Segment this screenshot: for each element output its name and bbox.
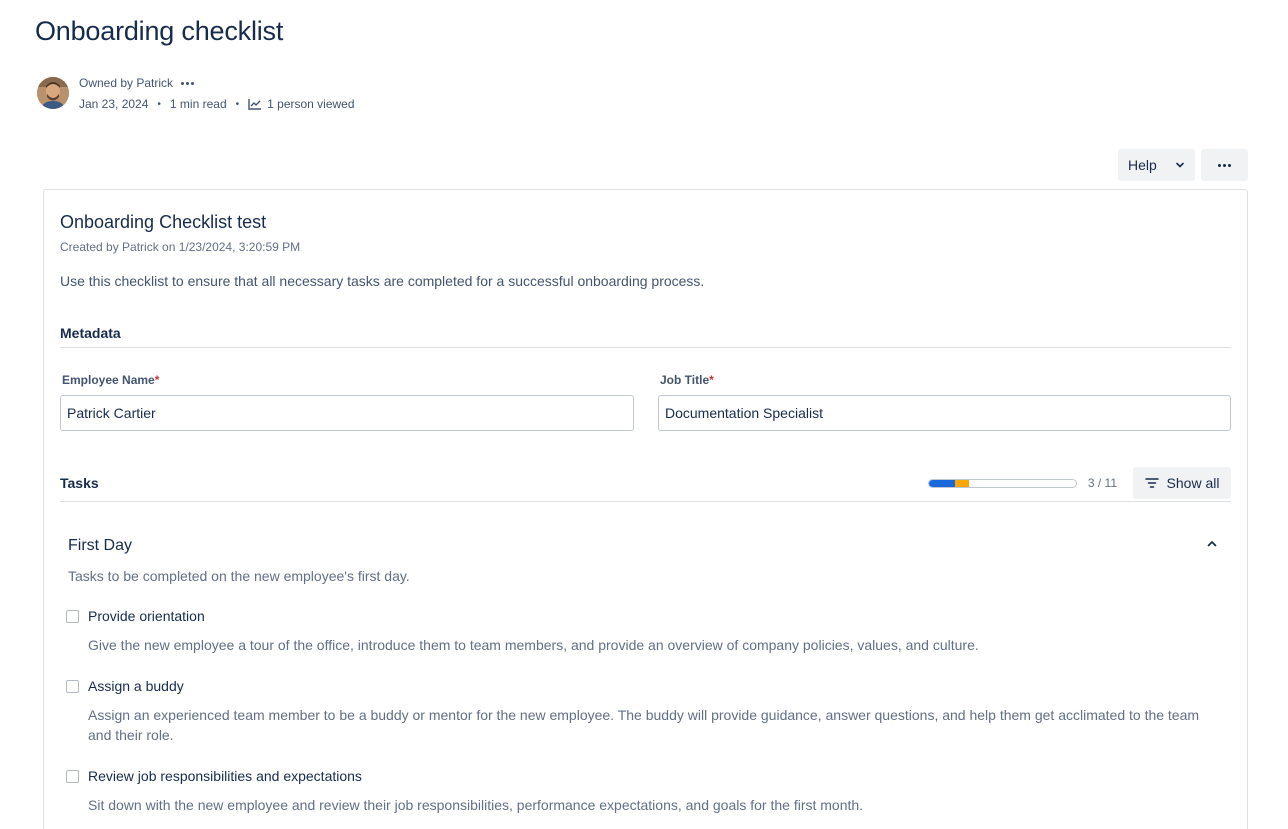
more-options-icon[interactable] xyxy=(181,81,195,85)
avatar[interactable] xyxy=(37,77,69,109)
task-description: Sit down with the new employee and revie… xyxy=(88,797,864,813)
task-group-title: First Day xyxy=(68,537,132,554)
employee-name-input[interactable]: Patrick Cartier xyxy=(60,395,634,431)
progress-count: 3 / 11 xyxy=(1087,476,1117,490)
checklist-card: Onboarding Checklist test Created by Pat… xyxy=(43,189,1248,829)
progress-partial-segment xyxy=(955,479,969,487)
task-row: Provide orientation xyxy=(66,608,1216,624)
views-count[interactable]: 1 person viewed xyxy=(267,97,354,111)
owner-row: Owned by Patrick xyxy=(79,74,355,92)
progress-done-segment xyxy=(928,479,956,487)
tasks-progress-bar xyxy=(927,478,1077,488)
separator-dot: • xyxy=(235,98,240,110)
help-label: Help xyxy=(1128,157,1157,173)
tasks-heading: Tasks xyxy=(60,475,99,491)
job-title-field: Job Title* Documentation Specialist xyxy=(658,373,1231,431)
chevron-up-icon xyxy=(1207,541,1217,547)
confluence-page: Onboarding checklist Owned by Patrick Ja… xyxy=(0,0,1288,829)
avatar-image xyxy=(37,77,69,109)
show-all-label: Show all xyxy=(1166,475,1220,491)
task-item: Provide orientation Give the new employe… xyxy=(66,608,1216,655)
byline: Owned by Patrick Jan 23, 2024 • 1 min re… xyxy=(37,74,355,114)
chevron-down-icon xyxy=(1176,162,1184,168)
analytics-chart-icon xyxy=(248,99,262,110)
read-time: 1 min read xyxy=(169,97,227,111)
collapse-group-button[interactable] xyxy=(1202,534,1222,554)
task-item: Review job responsibilities and expectat… xyxy=(66,768,1216,815)
show-all-filter-button[interactable]: Show all xyxy=(1133,467,1231,499)
employee-name-label: Employee Name* xyxy=(62,373,160,387)
more-icon-dot xyxy=(1228,163,1231,167)
meta-row: Jan 23, 2024 • 1 min read • 1 person vie… xyxy=(79,94,355,114)
job-title-label: Job Title* xyxy=(660,373,714,387)
more-icon-dot xyxy=(1218,163,1221,167)
tasks-header: Tasks 3 / 11 Show all xyxy=(60,465,1231,502)
more-actions-button[interactable] xyxy=(1201,149,1248,181)
task-group-description: Tasks to be completed on the new employe… xyxy=(68,568,410,584)
task-item: Assign a buddy Assign an experienced tea… xyxy=(66,678,1216,745)
page-title: Onboarding checklist xyxy=(35,16,284,46)
task-row: Review job responsibilities and expectat… xyxy=(66,768,1216,784)
task-name: Assign a buddy xyxy=(88,678,184,694)
filter-icon xyxy=(1144,478,1159,488)
job-title-input[interactable]: Documentation Specialist xyxy=(658,395,1231,431)
employee-name-field: Employee Name* Patrick Cartier xyxy=(60,373,634,431)
tasks-controls: 3 / 11 Show all xyxy=(927,467,1231,499)
task-name: Review job responsibilities and expectat… xyxy=(88,768,362,784)
checklist-description: Use this checklist to ensure that all ne… xyxy=(60,273,705,289)
task-description: Assign an experienced team member to be … xyxy=(88,707,1200,743)
separator-dot: • xyxy=(157,98,161,110)
publish-date: Jan 23, 2024 xyxy=(79,97,149,111)
metadata-heading: Metadata xyxy=(60,325,1231,348)
macro-toolbar: Help xyxy=(1118,149,1248,181)
help-dropdown-button[interactable]: Help xyxy=(1118,149,1195,181)
owner-label[interactable]: Owned by Patrick xyxy=(79,76,173,90)
byline-text: Owned by Patrick Jan 23, 2024 • 1 min re… xyxy=(79,74,355,114)
checklist-title: Onboarding Checklist test xyxy=(60,212,267,232)
task-row: Assign a buddy xyxy=(66,678,1216,694)
task-name: Provide orientation xyxy=(88,608,205,624)
more-icon-dot xyxy=(1223,163,1226,167)
created-info: Created by Patrick on 1/23/2024, 3:20:59… xyxy=(60,240,301,254)
task-checkbox[interactable] xyxy=(66,769,79,783)
task-checkbox[interactable] xyxy=(66,679,79,693)
task-description: Give the new employee a tour of the offi… xyxy=(88,637,979,653)
task-checkbox[interactable] xyxy=(66,609,79,623)
